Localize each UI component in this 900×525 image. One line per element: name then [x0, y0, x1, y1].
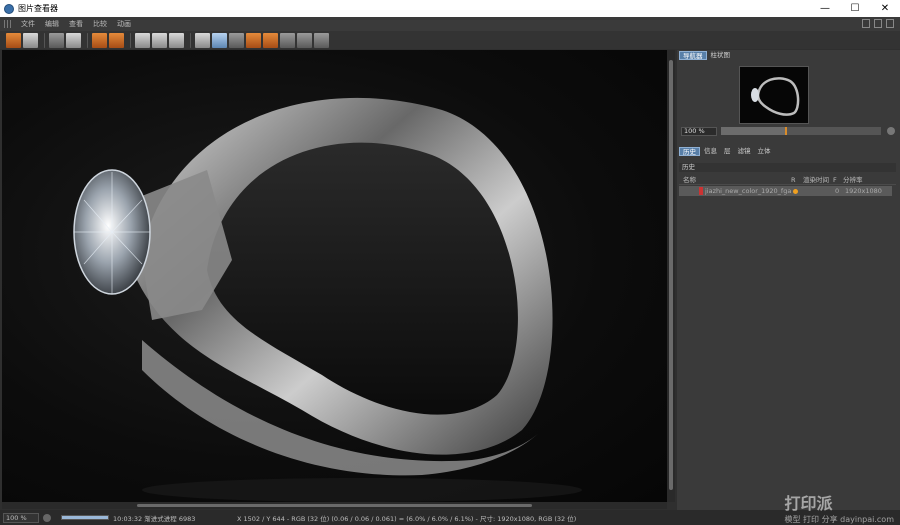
- status-bar: 100 % 10:03:32 渐进式进程 6983 X 1502 / Y 644…: [0, 510, 900, 525]
- progress-text: 10:03:32 渐进式进程 6983: [113, 514, 196, 523]
- fit-icon[interactable]: [280, 32, 295, 48]
- compare-mode-icon[interactable]: [297, 32, 312, 48]
- swap-icon[interactable]: [229, 32, 244, 48]
- history-title: 历史: [679, 163, 896, 172]
- horizontal-scrollbar[interactable]: [2, 502, 667, 509]
- panel-layout-controls: [862, 19, 894, 28]
- status-dot-icon: [793, 188, 798, 194]
- history-resolution: 1920x1080: [845, 187, 882, 195]
- image-viewport[interactable]: [2, 50, 667, 502]
- paste-icon[interactable]: [109, 32, 124, 48]
- set-a-icon[interactable]: [246, 32, 261, 48]
- copy-icon[interactable]: [92, 32, 107, 48]
- render-progress: [61, 515, 109, 520]
- window-title: 图片查看器: [18, 4, 58, 13]
- tab-navigator[interactable]: 导航器: [679, 51, 707, 60]
- zoom-slider-marker[interactable]: [785, 127, 787, 135]
- navigator-tabs: 导航器 柱状图: [677, 50, 900, 61]
- col-resolution[interactable]: 分辨率: [843, 176, 883, 184]
- tab-layers[interactable]: 层: [721, 147, 734, 156]
- toolbar-separator: [44, 32, 45, 48]
- toolbar: [0, 31, 900, 49]
- navigator-thumbnail[interactable]: [739, 66, 809, 124]
- watermark-logo: 打印派 模型 打印 分享 dayinpai.com: [785, 490, 894, 525]
- zoom-input[interactable]: 100 %: [681, 126, 717, 136]
- close-button[interactable]: ✕: [870, 0, 900, 17]
- watermark-sub: 模型 打印 分享 dayinpai.com: [784, 515, 894, 524]
- set-b-icon[interactable]: [263, 32, 278, 48]
- app-icon: [4, 3, 14, 14]
- history-header: 名称 R 渲染时间 F 分辨率: [679, 176, 896, 185]
- col-render-time[interactable]: 渲染时间: [803, 176, 833, 184]
- scroll-thumb[interactable]: [669, 60, 673, 490]
- render-region-icon[interactable]: [66, 32, 81, 48]
- status-zoom[interactable]: 100 %: [3, 512, 39, 523]
- menu-animation[interactable]: 动画: [112, 19, 136, 29]
- zoom-slider[interactable]: [721, 127, 881, 135]
- menu-bar: 文件 编辑 查看 比较 动画: [0, 17, 900, 31]
- grip-icon[interactable]: [4, 20, 12, 28]
- watermark-brand: 打印派: [784, 494, 833, 513]
- stereo-icon[interactable]: [314, 32, 329, 48]
- zoom-options-icon[interactable]: [887, 127, 895, 135]
- zoom-options-icon[interactable]: [43, 513, 51, 522]
- title-bar: 图片查看器 — ☐ ✕: [0, 0, 900, 17]
- menu-view[interactable]: 查看: [64, 19, 88, 29]
- window-controls: — ☐ ✕: [810, 0, 900, 17]
- tab-histogram[interactable]: 柱状图: [708, 51, 734, 60]
- minimize-button[interactable]: —: [810, 0, 840, 17]
- maximize-button[interactable]: ☐: [840, 0, 870, 17]
- export-icon[interactable]: [135, 32, 150, 48]
- progress-fill: [62, 516, 108, 519]
- toolbar-separator: [87, 32, 88, 48]
- thumbnail-image: [751, 77, 800, 116]
- open-icon[interactable]: [6, 32, 21, 48]
- menu-edit[interactable]: 编辑: [40, 19, 64, 29]
- menu-compare[interactable]: 比较: [88, 19, 112, 29]
- layout-icon[interactable]: [874, 19, 882, 28]
- pixel-info: X 1502 / Y 644 - RGB (32 位) (0.06 / 0.06…: [237, 514, 577, 523]
- history-name: jiazhi_new_color_1920_fga: [705, 187, 792, 195]
- zoom-slider-fill: [721, 127, 785, 135]
- rendered-ring-image: [73, 97, 582, 502]
- col-r[interactable]: R: [791, 176, 803, 184]
- layout-icon[interactable]: [886, 19, 894, 28]
- layout-icon[interactable]: [862, 19, 870, 28]
- history-row[interactable]: jiazhi_new_color_1920_fga 0 1920x1080: [679, 186, 892, 196]
- vertical-scrollbar[interactable]: [667, 50, 675, 502]
- info-tabs: 历史 信息 层 滤镜 立体: [677, 146, 900, 157]
- scroll-thumb[interactable]: [137, 504, 532, 507]
- history-frame: 0: [835, 187, 840, 195]
- save-icon[interactable]: [23, 32, 38, 48]
- history-status: [793, 188, 805, 194]
- import-icon[interactable]: [152, 32, 167, 48]
- ab-compare-icon[interactable]: [195, 32, 210, 48]
- menu-file[interactable]: 文件: [16, 19, 40, 29]
- col-f[interactable]: F: [833, 176, 843, 184]
- settings-icon[interactable]: [169, 32, 184, 48]
- tab-info[interactable]: 信息: [701, 147, 720, 156]
- tab-stereo[interactable]: 立体: [755, 147, 774, 156]
- toolbar-separator: [130, 32, 131, 48]
- side-panel: 导航器 柱状图 100 % 历史 信息 层 滤镜 立体 历史 名称 R 渲染时间…: [677, 50, 900, 510]
- zoom-row: 100 %: [681, 126, 896, 136]
- tab-filters[interactable]: 滤镜: [735, 147, 754, 156]
- col-name[interactable]: 名称: [679, 176, 791, 184]
- split-view-icon[interactable]: [212, 32, 227, 48]
- film-icon[interactable]: [49, 32, 64, 48]
- toolbar-separator: [190, 32, 191, 48]
- layer-swatch: [699, 187, 703, 195]
- tab-history[interactable]: 历史: [679, 147, 700, 156]
